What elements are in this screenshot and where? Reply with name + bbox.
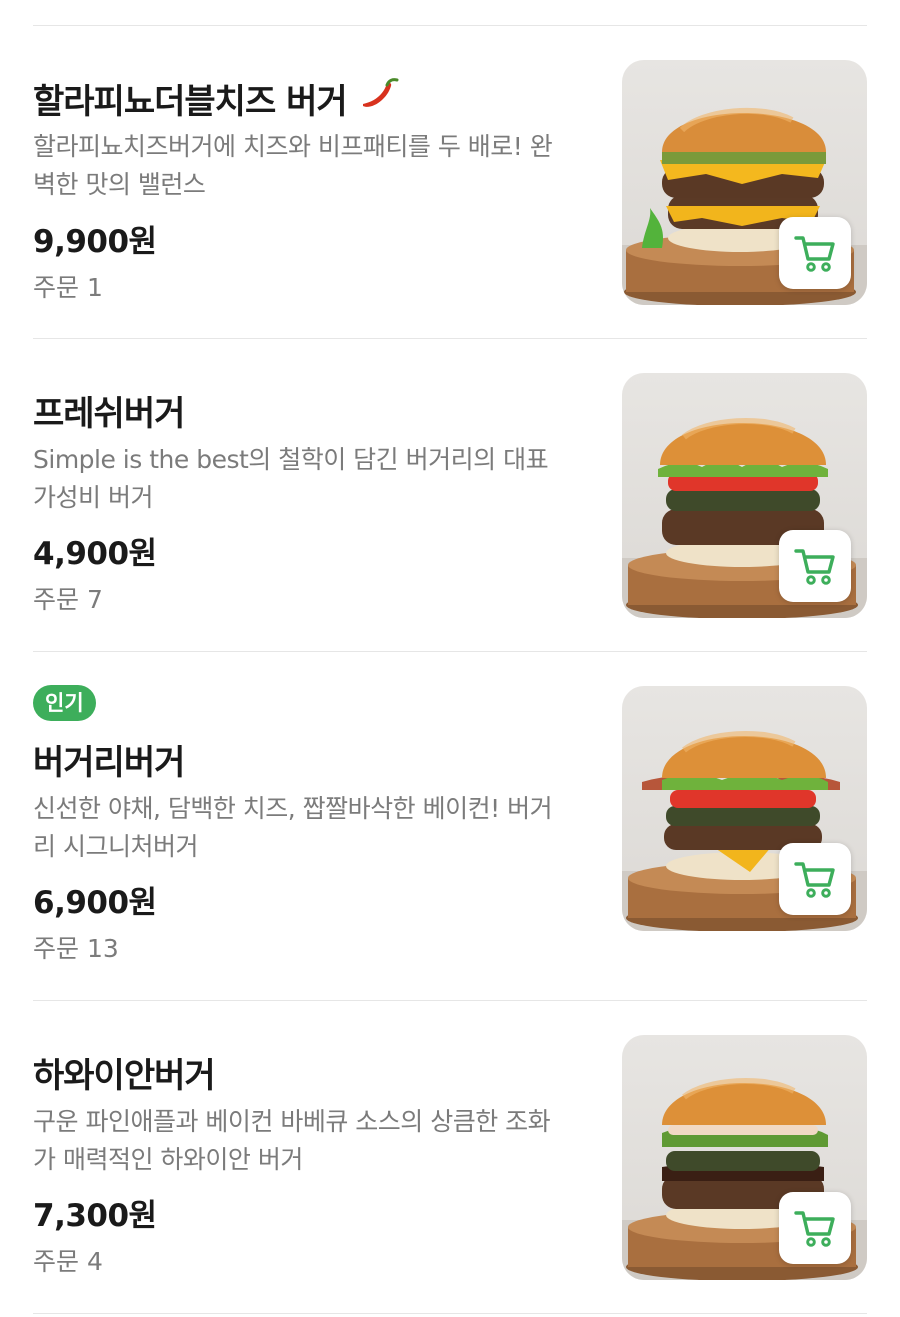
menu-item-price: 6,900원	[33, 885, 157, 921]
menu-item-description: 신선한 야채, 담백한 치즈, 짭짤바삭한 베이컨! 버거 리 시그니처버거	[33, 790, 593, 866]
menu-item-price: 7,300원	[33, 1198, 157, 1234]
menu-item-burgeri-burger[interactable]: 인기 버거리버거 신선한 야채, 담백한 치즈, 짭짤바삭한 베이컨! 버거 리…	[0, 651, 900, 1000]
add-to-cart-button[interactable]	[779, 843, 851, 915]
menu-item-fresh-burger[interactable]: 프레쉬버거 Simple is the best의 철학이 담긴 버거리의 대표…	[0, 338, 900, 651]
menu-item-hawaiian-burger[interactable]: 하와이안버거 구운 파인애플과 베이컨 바베큐 소스의 상큼한 조화 가 매력적…	[0, 1000, 900, 1313]
description-line: 할라피뇨치즈버거에 치즈와 비프패티를 두 배로! 완	[33, 132, 553, 161]
description-line: 리 시그니처버거	[33, 832, 198, 861]
add-to-cart-button[interactable]	[779, 1192, 851, 1264]
menu-item-description: 구운 파인애플과 베이컨 바베큐 소스의 상큼한 조화 가 매력적인 하와이안 …	[33, 1103, 593, 1179]
cart-icon	[794, 236, 835, 272]
menu-item-name-text: 하와이안버거	[33, 1056, 216, 1096]
cart-icon	[794, 1211, 835, 1247]
menu-item-name-text: 할라피뇨더블치즈 버거	[33, 82, 348, 122]
description-line: 벽한 맛의 밸런스	[33, 170, 206, 199]
menu-item-order-count: 주문 4	[33, 1247, 103, 1276]
menu-item-price: 4,900원	[33, 536, 157, 572]
description-line: 가성비 버거	[33, 483, 153, 512]
cart-icon	[794, 862, 835, 898]
menu-item-jalapeno-double-cheese-burger[interactable]: 할라피뇨더블치즈 버거 할라피뇨치즈버거에 치즈와 비프패티를 두 배로! 완 …	[0, 0, 900, 338]
popular-badge: 인기	[33, 685, 96, 721]
menu-item-order-count: 주문 7	[33, 585, 103, 614]
menu-item-name: 할라피뇨더블치즈 버거	[33, 74, 401, 123]
menu-item-price: 9,900원	[33, 224, 157, 260]
burger-photo[interactable]	[622, 686, 867, 931]
menu-item-name: 프레쉬버거	[33, 386, 185, 435]
add-to-cart-button[interactable]	[779, 217, 851, 289]
menu-item-name-text: 버거리버거	[33, 743, 185, 783]
description-line: 가 매력적인 하와이안 버거	[33, 1145, 303, 1174]
add-to-cart-button[interactable]	[779, 530, 851, 602]
menu-item-name: 하와이안버거	[33, 1048, 216, 1097]
menu-item-name-text: 프레쉬버거	[33, 394, 185, 434]
divider	[33, 1313, 867, 1314]
burger-photo[interactable]	[622, 60, 867, 305]
burger-photo[interactable]	[622, 373, 867, 618]
cart-icon	[794, 549, 835, 585]
menu-item-order-count: 주문 1	[33, 273, 103, 302]
menu-item-order-count: 주문 13	[33, 934, 119, 963]
menu-item-name: 버거리버거	[33, 735, 185, 784]
menu-item-description: 할라피뇨치즈버거에 치즈와 비프패티를 두 배로! 완 벽한 맛의 밸런스	[33, 128, 593, 204]
description-line: Simple is the best의 철학이 담긴 버거리의 대표	[33, 445, 549, 474]
menu-item-description: Simple is the best의 철학이 담긴 버거리의 대표 가성비 버…	[33, 441, 593, 517]
description-line: 신선한 야채, 담백한 치즈, 짭짤바삭한 베이컨! 버거	[33, 794, 553, 823]
burger-photo[interactable]	[622, 1035, 867, 1280]
description-line: 구운 파인애플과 베이컨 바베큐 소스의 상큼한 조화	[33, 1107, 551, 1136]
chili-pepper-icon	[357, 76, 401, 121]
